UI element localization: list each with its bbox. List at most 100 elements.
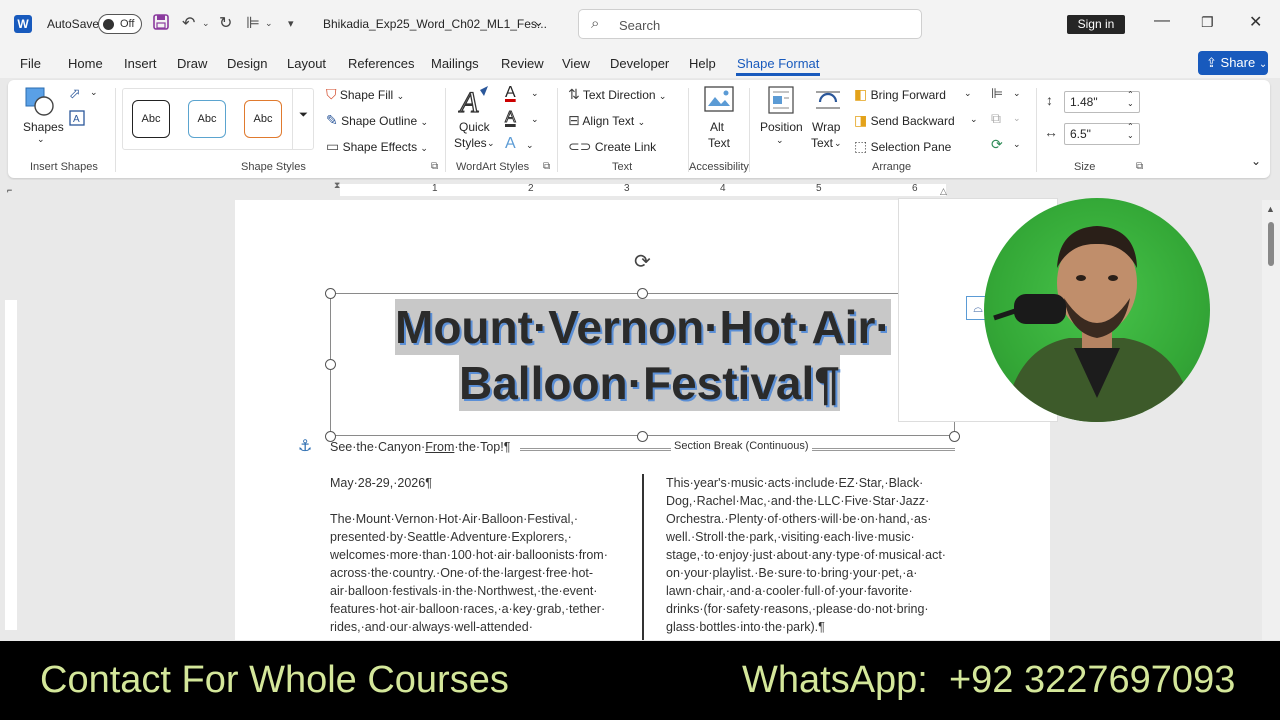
- column-2[interactable]: This·year's·music·acts·include·EZ·Star,·…: [666, 474, 966, 636]
- shape-outline-button[interactable]: ✎ Shape Outline ⌄: [326, 112, 428, 129]
- position-dropdown-icon[interactable]: ⌄: [776, 135, 784, 146]
- tab-review[interactable]: Review: [501, 56, 544, 71]
- shapes-button[interactable]: Shapes: [23, 120, 64, 134]
- position-button[interactable]: Position: [760, 120, 803, 134]
- alt-text-label-1[interactable]: Alt: [710, 120, 724, 134]
- bring-forward-dropdown-icon[interactable]: ⌄: [964, 88, 972, 99]
- group-objects-icon[interactable]: ⧉: [991, 110, 1001, 127]
- quick-styles-dropdown-icon[interactable]: ⌄: [487, 138, 495, 149]
- scroll-up-icon[interactable]: ▲: [1266, 204, 1275, 214]
- align-objects-icon[interactable]: ⊫: [991, 85, 1003, 102]
- shape-style-blue[interactable]: Abc: [188, 100, 226, 138]
- autosave-toggle[interactable]: Off: [98, 14, 142, 34]
- shape-fill-button[interactable]: ⛉ Shape Fill ⌄: [326, 86, 404, 103]
- text-box-icon[interactable]: A: [69, 110, 85, 129]
- tab-design[interactable]: Design: [227, 56, 267, 71]
- event-date[interactable]: May·28-29,·2026¶: [330, 474, 432, 492]
- restore-icon[interactable]: ❐: [1201, 14, 1214, 31]
- undo-dropdown-icon[interactable]: ⌄: [202, 18, 210, 29]
- text-effects-icon[interactable]: A: [505, 135, 516, 153]
- align-dropdown-icon[interactable]: ⌄: [265, 18, 273, 29]
- text-outline-icon[interactable]: A: [505, 109, 517, 127]
- position-icon[interactable]: [768, 86, 794, 117]
- share-button[interactable]: ⇪ Share ⌄: [1198, 51, 1268, 75]
- align-objects-dropdown-icon[interactable]: ⌄: [1013, 88, 1021, 99]
- shapes-gallery-icon[interactable]: [24, 86, 56, 121]
- minimize-icon[interactable]: —: [1154, 12, 1170, 30]
- collapse-ribbon-icon[interactable]: ⌄: [1251, 154, 1261, 168]
- resize-handle[interactable]: [949, 431, 960, 442]
- vertical-ruler[interactable]: [0, 200, 22, 640]
- tab-mailings[interactable]: Mailings: [431, 56, 479, 71]
- align-icon[interactable]: ⊫: [246, 13, 260, 33]
- search-box[interactable]: ⌕ Search: [578, 9, 922, 39]
- title-line-2[interactable]: Balloon·Festival¶: [459, 355, 840, 411]
- tab-help[interactable]: Help: [689, 56, 716, 71]
- send-backward-dropdown-icon[interactable]: ⌄: [970, 114, 978, 125]
- shape-styles-launcher-icon[interactable]: ⧉: [431, 161, 438, 172]
- scroll-thumb[interactable]: [1268, 222, 1274, 266]
- resize-handle[interactable]: [637, 288, 648, 299]
- wrap-text-dropdown-icon[interactable]: ⌄: [834, 138, 842, 149]
- subtitle[interactable]: See·the·Canyon·From·the·Top!¶: [330, 438, 510, 456]
- subtitle-link[interactable]: From: [425, 440, 454, 454]
- tab-draw[interactable]: Draw: [177, 56, 207, 71]
- align-text-button[interactable]: ⊟ Align Text ⌄: [568, 112, 645, 129]
- shape-style-black[interactable]: Abc: [132, 100, 170, 138]
- customize-qat-icon[interactable]: ▾: [288, 17, 294, 30]
- undo-icon[interactable]: ↶: [182, 13, 195, 33]
- text-fill-icon[interactable]: A: [505, 84, 516, 102]
- tab-file[interactable]: File: [20, 56, 41, 71]
- resize-handle[interactable]: [637, 431, 648, 442]
- bring-forward-button[interactable]: ◧ Bring Forward: [854, 86, 946, 103]
- tab-insert[interactable]: Insert: [124, 56, 157, 71]
- text-fill-dropdown-icon[interactable]: ⌄: [531, 88, 539, 99]
- doc-title-chevron-icon[interactable]: ⌄: [533, 14, 544, 30]
- quick-styles-label-1[interactable]: Quick: [459, 120, 490, 134]
- wrap-text-label-2[interactable]: Text: [811, 136, 833, 150]
- wrap-text-icon[interactable]: [814, 86, 842, 117]
- rotate-handle-icon[interactable]: ⟳: [634, 249, 651, 274]
- create-link-button[interactable]: ⊂⊃ Create Link: [568, 138, 656, 155]
- shape-effects-button[interactable]: ▭ Shape Effects ⌄: [326, 138, 428, 155]
- shapes-dropdown-icon[interactable]: ⌄: [37, 134, 45, 145]
- right-indent-marker-icon[interactable]: △: [940, 186, 947, 197]
- shape-style-orange[interactable]: Abc: [244, 100, 282, 138]
- wordart-launcher-icon[interactable]: ⧉: [543, 161, 550, 172]
- horizontal-ruler[interactable]: ⌐ ⧗ 1 2 3 4 5 6 △: [0, 180, 1280, 200]
- tab-home[interactable]: Home: [68, 56, 103, 71]
- column-1[interactable]: The·Mount·Vernon·Hot·Air·Balloon·Festiva…: [330, 510, 630, 636]
- tab-view[interactable]: View: [562, 56, 590, 71]
- size-launcher-icon[interactable]: ⧉: [1136, 161, 1143, 172]
- tab-layout[interactable]: Layout: [287, 56, 326, 71]
- width-spinner-icon[interactable]: ⌃ ⌄: [1127, 122, 1134, 140]
- alt-text-label-2[interactable]: Text: [708, 136, 730, 150]
- tab-developer[interactable]: Developer: [610, 56, 669, 71]
- text-direction-button[interactable]: ⇅ Text Direction ⌄: [568, 86, 666, 103]
- rotate-objects-icon[interactable]: ⟳: [991, 136, 1003, 153]
- height-spinner-icon[interactable]: ⌃ ⌄: [1127, 90, 1134, 108]
- resize-handle[interactable]: [325, 288, 336, 299]
- quick-styles-label-2[interactable]: Styles: [454, 136, 487, 150]
- close-icon[interactable]: ✕: [1249, 12, 1262, 32]
- title-line-1[interactable]: Mount·Vernon·Hot·Air·: [395, 299, 891, 355]
- redo-icon[interactable]: ↻: [219, 13, 232, 33]
- edit-shape-icon[interactable]: ⬀: [69, 85, 81, 102]
- sign-in-button[interactable]: Sign in: [1067, 15, 1125, 34]
- alt-text-icon[interactable]: [704, 86, 734, 117]
- vertical-scrollbar[interactable]: ▲: [1262, 200, 1280, 640]
- selection-pane-button[interactable]: ⬚ Selection Pane: [854, 138, 951, 155]
- quick-styles-icon[interactable]: A: [457, 84, 492, 121]
- indent-marker-icon[interactable]: ⧗: [334, 180, 340, 191]
- tab-shape-format[interactable]: Shape Format: [737, 56, 819, 71]
- text-effects-dropdown-icon[interactable]: ⌄: [526, 140, 534, 151]
- tab-selector-icon[interactable]: ⌐: [7, 185, 12, 195]
- resize-handle[interactable]: [325, 359, 336, 370]
- text-outline-dropdown-icon[interactable]: ⌄: [531, 114, 539, 125]
- shape-styles-more-icon[interactable]: ⏷: [292, 89, 314, 149]
- edit-shape-dropdown-icon[interactable]: ⌄: [90, 87, 98, 98]
- document-title[interactable]: Bhikadia_Exp25_Word_Ch02_ML1_Fes...: [323, 17, 547, 31]
- tab-references[interactable]: References: [348, 56, 414, 71]
- anchor-icon[interactable]: ⚓: [298, 436, 312, 456]
- group-objects-dropdown-icon[interactable]: ⌄: [1013, 113, 1021, 124]
